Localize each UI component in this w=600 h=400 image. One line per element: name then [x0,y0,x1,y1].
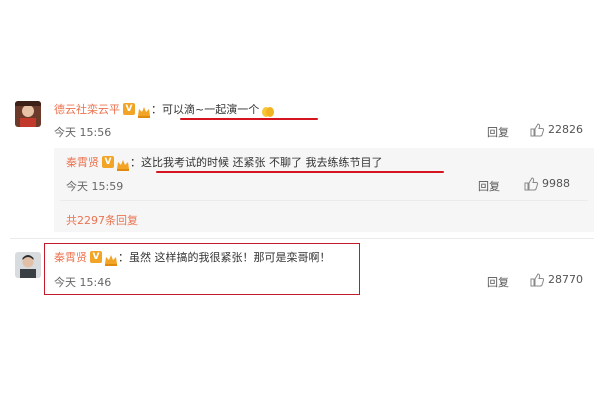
crown-badge-icon [137,103,151,118]
reply-separator: ： [130,156,141,169]
avatar[interactable] [15,101,41,127]
like-button[interactable]: 9988 [524,176,570,191]
like-button[interactable]: 28770 [530,272,583,287]
reply-username[interactable]: 秦霄贤 [66,154,99,170]
thumbs-up-icon [530,122,545,137]
like-count: 22826 [548,122,583,136]
comment-separator: ： [151,103,162,116]
reply-button[interactable]: 回复 [478,178,500,194]
comment-text: 可以滴~一起演一个 [162,103,260,116]
comment-text: 虽然 这样搞的我很紧张！那可是栾哥啊！ [129,251,331,264]
thumbs-up-icon [530,272,545,287]
emoji-clap-icon [261,103,275,117]
reply-time: 今天 15:59 [66,180,124,193]
verified-badge-icon: V [90,251,102,263]
comment-username[interactable]: 德云社栾云平 [54,101,120,117]
verified-badge-icon: V [102,156,114,168]
reply-text: 这比我考试的时候 还紧张 不聊了 我去练练节目了 [141,156,383,169]
reply-button[interactable]: 回复 [487,124,509,140]
comment-separator: ： [118,251,129,264]
avatar[interactable] [15,252,41,278]
like-button[interactable]: 22826 [530,122,583,137]
more-replies-link[interactable]: 共2297条回复 [66,212,138,228]
comment-time: 今天 15:56 [54,126,112,139]
divider [10,238,594,239]
divider [60,200,588,201]
highlight-underline [180,118,318,120]
thumbs-up-icon [524,176,539,191]
comment-time: 今天 15:46 [54,276,112,289]
crown-badge-icon [116,156,130,171]
reply-button[interactable]: 回复 [487,274,509,290]
verified-badge-icon: V [123,103,135,115]
crown-badge-icon [104,251,118,266]
like-count: 9988 [542,176,570,190]
highlight-underline [156,171,444,173]
comment-username[interactable]: 秦霄贤 [54,249,87,265]
like-count: 28770 [548,272,583,286]
